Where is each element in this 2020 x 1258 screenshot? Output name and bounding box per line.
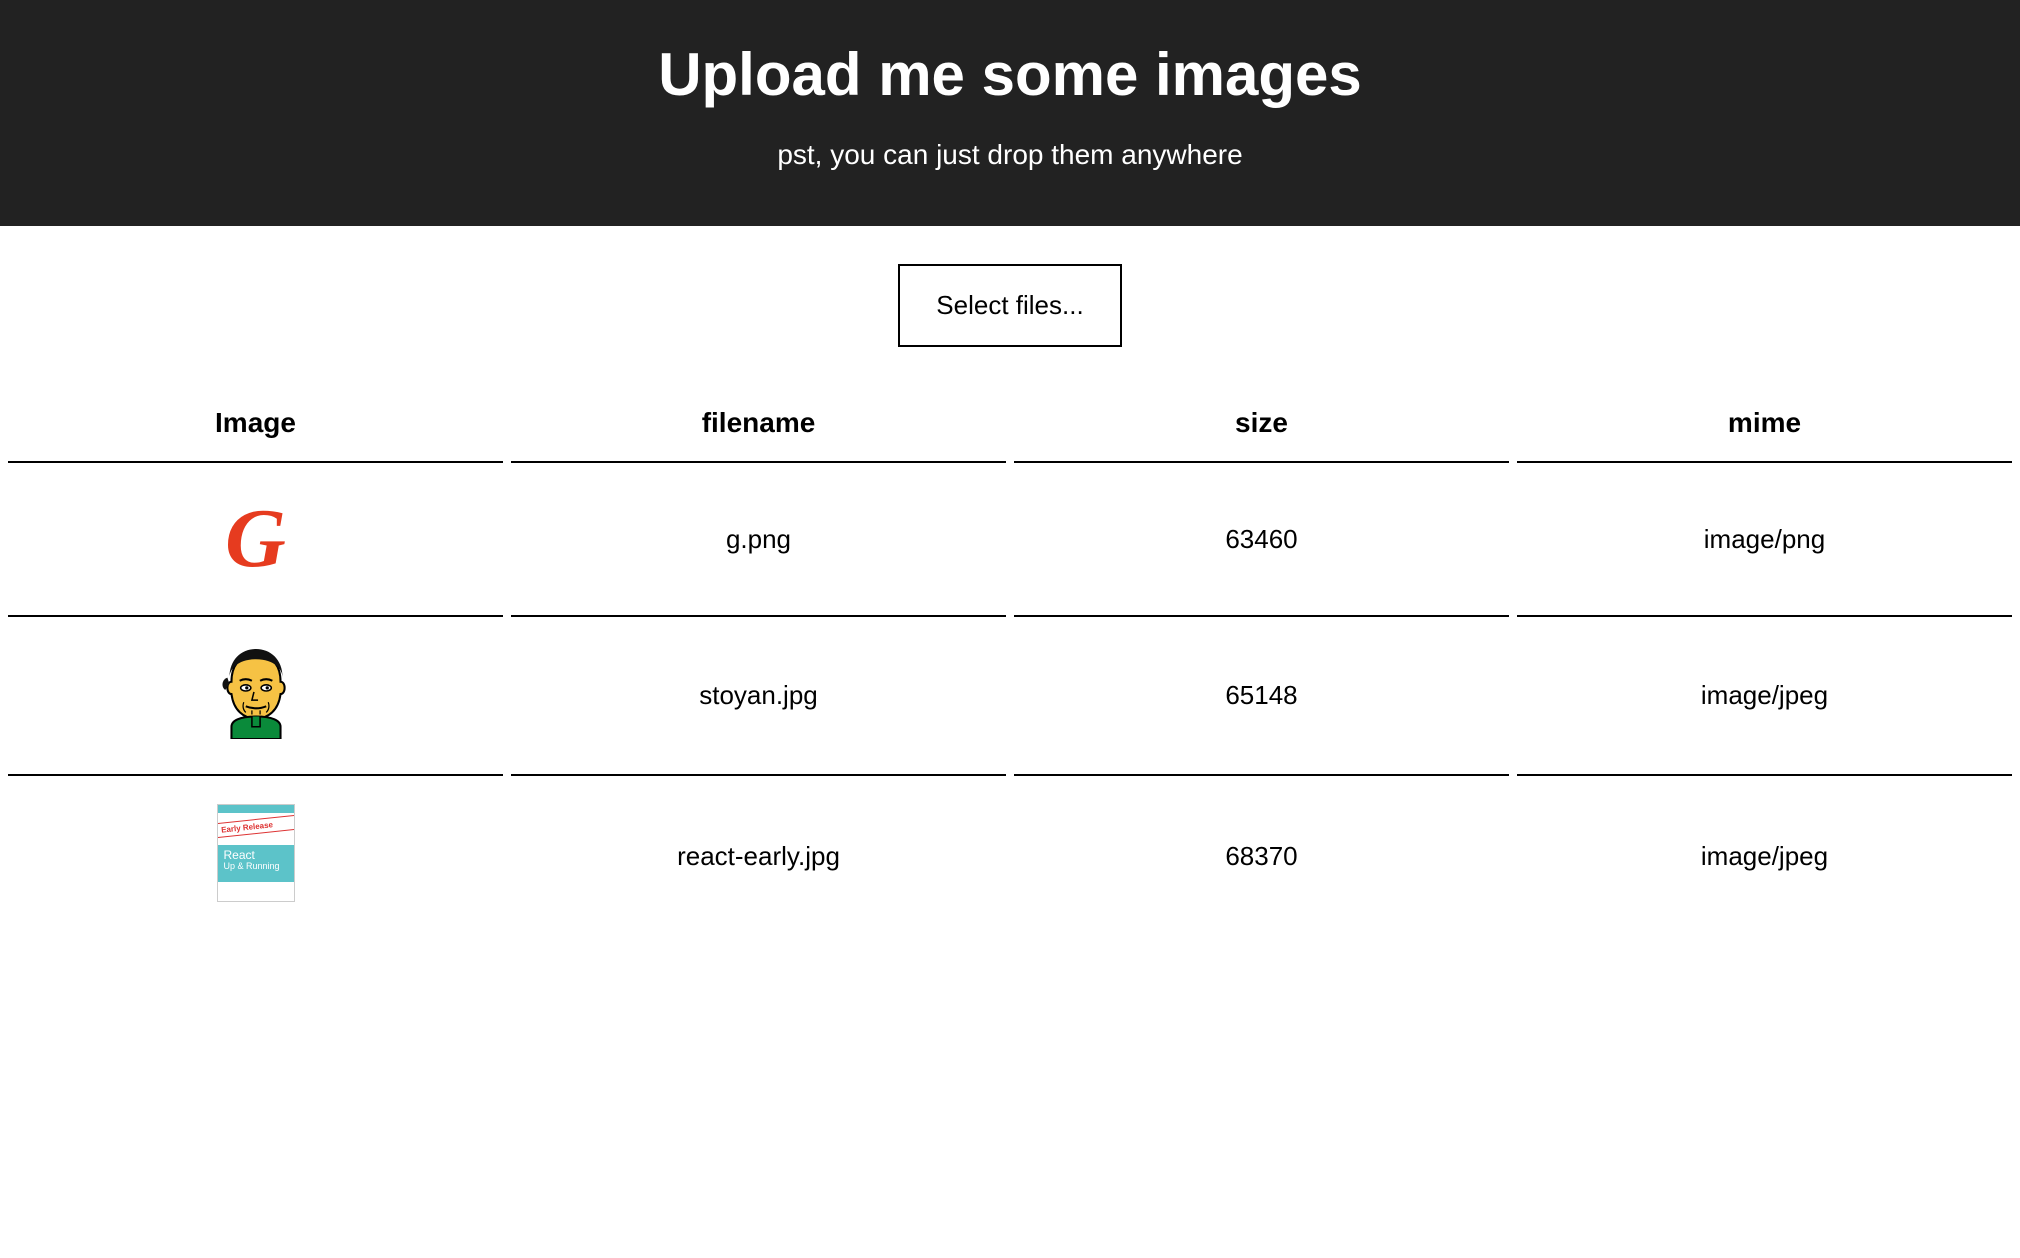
book-subtitle: Up & Running [224,862,288,872]
cell-image [8,617,503,776]
column-header-filename: filename [511,385,1006,463]
upload-controls: Select files... [0,226,2020,385]
table-row: Early Release React Up & Running react-e… [8,776,2012,937]
table-header-row: Image filename size mime [8,385,2012,463]
cell-size: 65148 [1014,617,1509,776]
cell-size: 63460 [1014,463,1509,617]
thumbnail-letter-g-icon: G [212,491,300,587]
cell-mime: image/jpeg [1517,617,2012,776]
cell-mime: image/jpeg [1517,776,2012,937]
column-header-image: Image [8,385,503,463]
page-title: Upload me some images [0,40,2020,109]
cell-image: Early Release React Up & Running [8,776,503,937]
table-row: stoyan.jpg 65148 image/jpeg [8,617,2012,776]
cell-mime: image/png [1517,463,2012,617]
cell-filename: react-early.jpg [511,776,1006,937]
thumbnail-avatar-icon [212,645,300,741]
page-header: Upload me some images pst, you can just … [0,0,2020,226]
cell-image: G [8,463,503,617]
files-table: Image filename size mime G g.png 63460 i… [0,385,2020,937]
thumbnail-book-icon: Early Release React Up & Running [217,804,295,902]
cell-filename: stoyan.jpg [511,617,1006,776]
column-header-mime: mime [1517,385,2012,463]
cell-filename: g.png [511,463,1006,617]
book-stamp: Early Release [217,814,295,838]
column-header-size: size [1014,385,1509,463]
page-subtitle: pst, you can just drop them anywhere [0,139,2020,171]
select-files-button[interactable]: Select files... [898,264,1121,347]
table-row: G g.png 63460 image/png [8,463,2012,617]
cell-size: 68370 [1014,776,1509,937]
